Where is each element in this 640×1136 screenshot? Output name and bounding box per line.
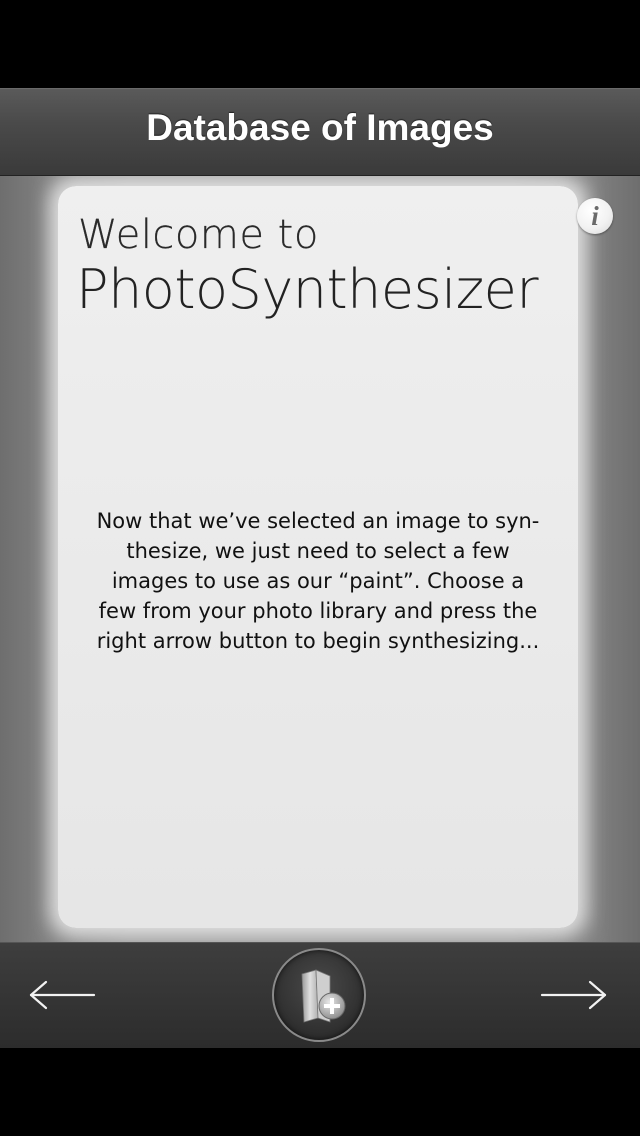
page-title: Database of Images — [146, 107, 494, 148]
navigation-bar: Database of Images — [0, 88, 640, 176]
add-images-button[interactable] — [272, 948, 366, 1042]
left-arrow-icon — [29, 980, 96, 1010]
bottom-toolbar — [0, 942, 640, 1048]
bottom-black-area — [0, 1048, 640, 1136]
welcome-card: Welcome to PhotoSynthesizer Now that we’… — [58, 186, 578, 928]
add-photo-folder-icon — [301, 969, 346, 1023]
welcome-heading: Welcome to — [78, 212, 319, 258]
instructions-text: Now that we’ve selected an image to syn-… — [96, 509, 540, 653]
content-area: Welcome to PhotoSynthesizer Now that we’… — [0, 176, 640, 942]
info-icon: i — [591, 200, 599, 231]
forward-button[interactable] — [540, 975, 610, 1015]
app-screen: Database of Images Welcome to PhotoSynth… — [0, 0, 640, 1136]
status-bar — [0, 0, 640, 88]
info-button[interactable]: i — [577, 198, 613, 234]
back-button[interactable] — [26, 975, 96, 1015]
app-name-heading: PhotoSynthesizer — [76, 258, 539, 321]
right-arrow-icon — [540, 980, 607, 1010]
